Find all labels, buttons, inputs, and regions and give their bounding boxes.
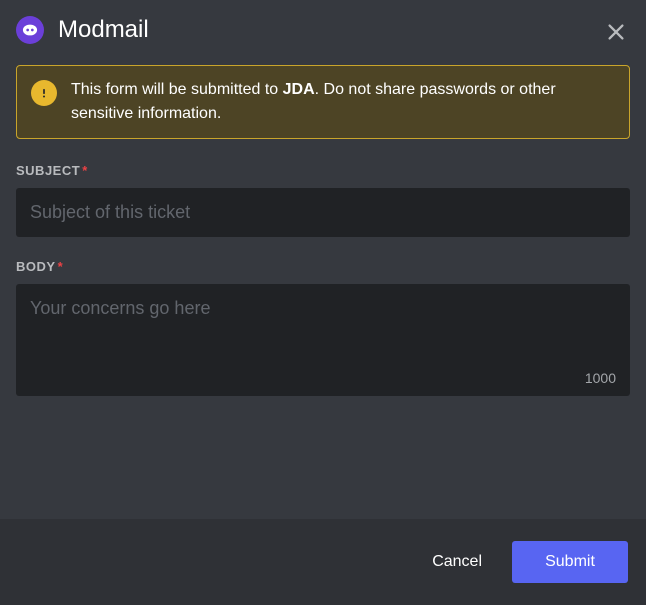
modal-footer: Cancel Submit <box>0 519 646 605</box>
char-counter: 1000 <box>585 370 616 386</box>
cancel-button[interactable]: Cancel <box>410 541 504 583</box>
subject-field-group: Subject* <box>16 163 630 237</box>
warning-icon <box>31 80 57 106</box>
close-icon <box>605 21 627 43</box>
close-button[interactable] <box>602 18 630 46</box>
modmail-modal: Modmail This form will be submitted to J… <box>0 0 646 605</box>
modal-content: This form will be submitted to JDA. Do n… <box>0 65 646 519</box>
modal-title: Modmail <box>58 16 149 45</box>
body-textarea-wrap: 1000 <box>16 284 630 396</box>
subject-label: Subject* <box>16 163 630 178</box>
app-icon <box>16 16 44 44</box>
body-field-group: Body* 1000 <box>16 259 630 396</box>
submit-button[interactable]: Submit <box>512 541 628 583</box>
warning-banner: This form will be submitted to JDA. Do n… <box>16 65 630 139</box>
modal-header: Modmail <box>0 0 646 65</box>
body-label: Body* <box>16 259 630 274</box>
required-indicator: * <box>58 259 64 274</box>
warning-text: This form will be submitted to JDA. Do n… <box>71 78 615 126</box>
subject-input[interactable] <box>16 188 630 237</box>
required-indicator: * <box>82 163 88 178</box>
body-textarea[interactable] <box>16 284 630 396</box>
